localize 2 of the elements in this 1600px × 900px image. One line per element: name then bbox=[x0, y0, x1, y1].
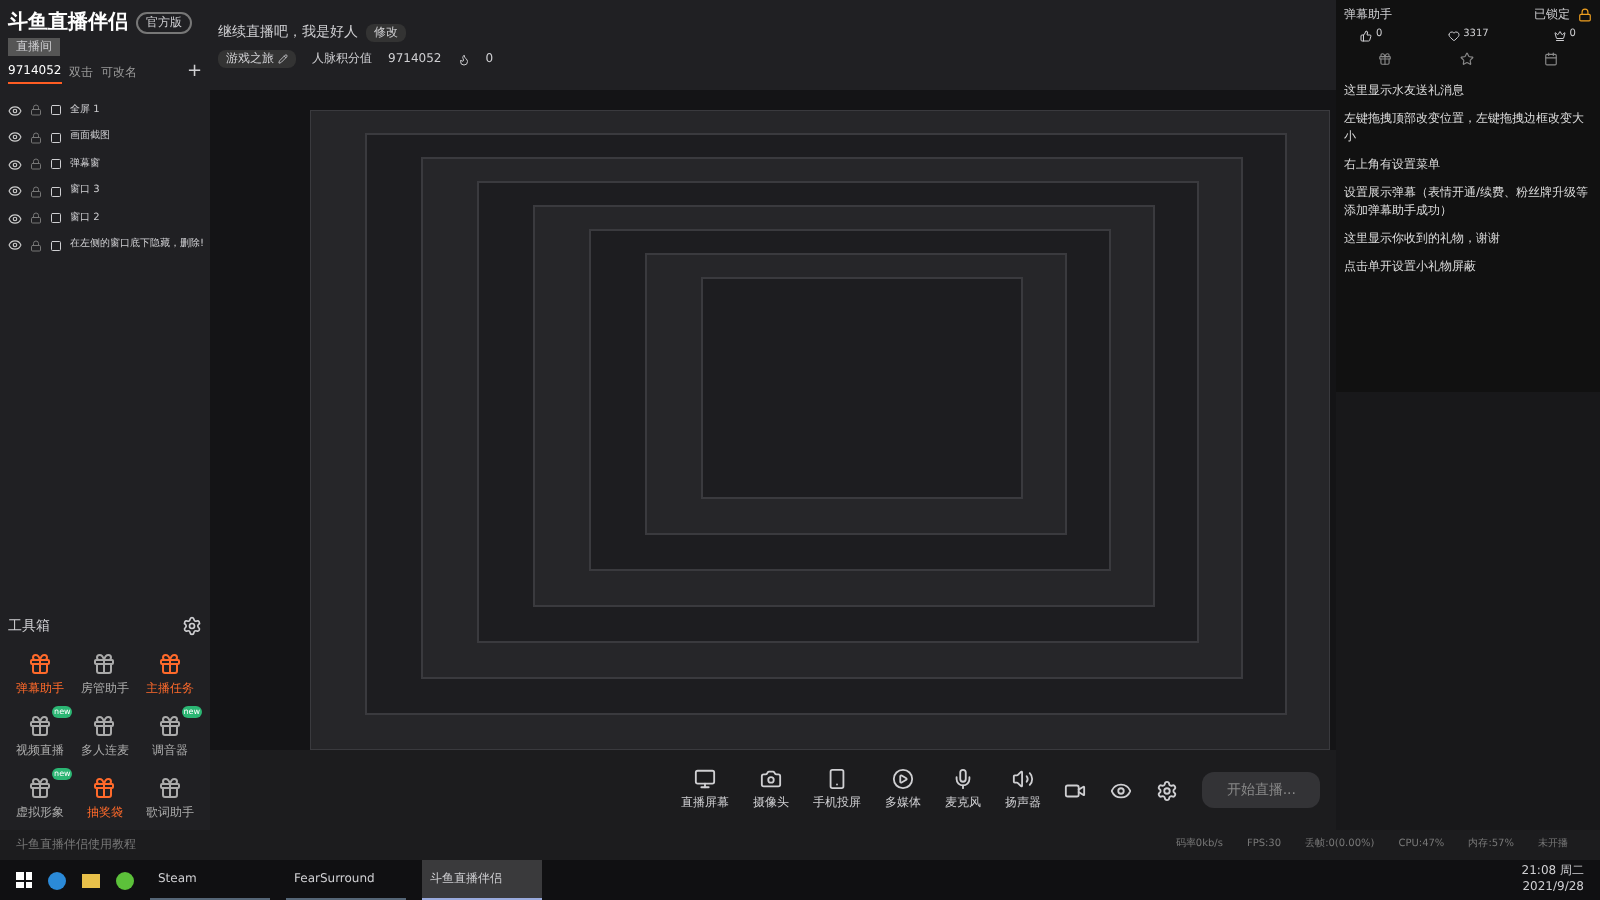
app-logo: 斗鱼直播伴侣 bbox=[8, 9, 128, 38]
add-scene-button[interactable]: + bbox=[186, 60, 202, 87]
